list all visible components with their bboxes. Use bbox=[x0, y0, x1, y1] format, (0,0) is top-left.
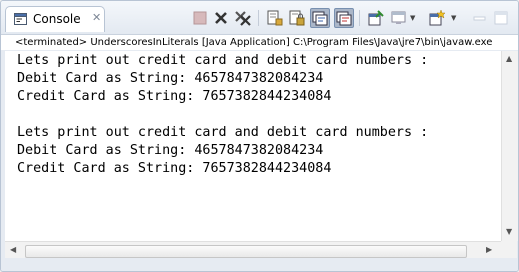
console-line: Debit Card as String: 4657847382084234 bbox=[17, 71, 324, 86]
console-view: Console ✕ ▼ ▼ <terminated> UnderscoresIn… bbox=[0, 0, 519, 272]
scroll-right-icon[interactable]: ▶ bbox=[486, 245, 492, 254]
display-console-icon[interactable] bbox=[390, 9, 408, 27]
remove-launch-icon[interactable] bbox=[212, 9, 230, 27]
scroll-lock-icon[interactable] bbox=[288, 9, 306, 27]
console-output[interactable]: Lets print out credit card and debit car… bbox=[5, 51, 501, 241]
toolbar-separator bbox=[359, 10, 360, 26]
console-line: Lets print out credit card and debit car… bbox=[17, 125, 429, 140]
pin-console-icon[interactable] bbox=[367, 9, 385, 27]
maximize-icon[interactable] bbox=[492, 9, 510, 27]
tab-console[interactable]: Console ✕ bbox=[5, 6, 105, 32]
scroll-up-icon[interactable]: ▲ bbox=[506, 54, 512, 63]
console-line: Credit Card as String: 7657382844234084 bbox=[17, 161, 332, 176]
show-on-error-icon[interactable] bbox=[334, 8, 354, 28]
toolbar-separator bbox=[258, 10, 259, 26]
tab-label: Console bbox=[33, 12, 81, 26]
show-on-output-icon[interactable] bbox=[310, 8, 330, 28]
view-toolbar: Console ✕ ▼ ▼ bbox=[1, 1, 518, 34]
console-line: Credit Card as String: 7657382844234084 bbox=[17, 89, 332, 104]
vertical-scrollbar[interactable]: ▲ ▼ bbox=[501, 51, 518, 241]
scroll-left-icon[interactable]: ◀ bbox=[10, 245, 16, 254]
console-line: Debit Card as String: 4657847382084234 bbox=[17, 143, 324, 158]
scrollbar-corner bbox=[501, 241, 517, 258]
clear-console-icon[interactable] bbox=[266, 9, 284, 27]
scrollbar-thumb[interactable] bbox=[25, 245, 467, 258]
chevron-down-icon[interactable]: ▼ bbox=[451, 14, 456, 22]
open-console-icon[interactable] bbox=[428, 9, 446, 27]
remove-all-icon[interactable] bbox=[234, 9, 252, 27]
close-icon[interactable]: ✕ bbox=[92, 11, 101, 24]
console-line: Lets print out credit card and debit car… bbox=[17, 53, 429, 68]
view-bottom-border bbox=[1, 258, 518, 271]
horizontal-scrollbar[interactable]: ◀ ▶ bbox=[5, 241, 501, 259]
scroll-down-icon[interactable]: ▼ bbox=[506, 227, 512, 236]
console-icon bbox=[14, 13, 27, 25]
terminate-icon[interactable] bbox=[191, 9, 209, 27]
process-status-label: <terminated> UnderscoresInLiterals [Java… bbox=[1, 34, 518, 50]
minimize-icon[interactable] bbox=[471, 9, 489, 27]
chevron-down-icon[interactable]: ▼ bbox=[410, 14, 415, 22]
